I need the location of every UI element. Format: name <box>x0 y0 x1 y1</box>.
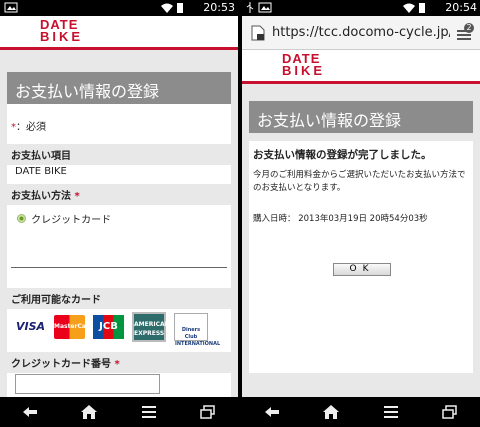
notification-icon <box>4 2 18 13</box>
wifi-icon <box>161 3 173 13</box>
card-number-input[interactable] <box>15 374 160 394</box>
completion-title: お支払い情報の登録が完了しました。 <box>253 149 432 161</box>
right-screen: 20:54 https://tcc.docomo-cycle.jp/eco 2 … <box>242 0 480 427</box>
divider <box>11 267 227 268</box>
payment-item-value: DATE BIKE <box>15 166 67 177</box>
card-logos: VISA MasterCard JCB AMERICAN EXPRESS Din… <box>7 312 231 347</box>
menu-icon[interactable] <box>139 403 159 421</box>
home-icon[interactable] <box>321 403 341 421</box>
status-bar: 20:54 <box>242 0 480 16</box>
back-icon[interactable] <box>20 403 40 421</box>
jcb-logo: JCB <box>93 315 124 339</box>
android-nav-bar <box>242 397 480 427</box>
back-icon[interactable] <box>262 403 282 421</box>
diners-logo: Diners Club INTERNATIONAL <box>174 313 220 347</box>
purchase-date: 購入日時： 2013年03月19日 20時54分03秒 <box>253 212 428 224</box>
required-note: *：必須 <box>11 122 46 133</box>
wifi-icon <box>403 3 415 13</box>
url-text[interactable]: https://tcc.docomo-cycle.jp/eco <box>272 25 450 40</box>
recent-apps-icon[interactable] <box>440 403 460 421</box>
payment-method-label: お支払い方法 * <box>7 184 231 205</box>
screenshot-pair: 20:53 DATE BIKE お支払い情報の登録 *：必須 お支払い項目 DA… <box>0 0 480 427</box>
status-time: 20:53 <box>203 1 235 14</box>
ok-button[interactable]: OK <box>333 263 391 276</box>
page-icon <box>251 25 265 41</box>
payment-item-label: お支払い項目 <box>7 144 231 165</box>
available-cards-label: ご利用可能なカード <box>7 288 231 309</box>
menu-icon[interactable] <box>381 403 401 421</box>
browser-url-bar[interactable]: https://tcc.docomo-cycle.jp/eco 2 <box>242 16 480 50</box>
amex-logo: AMERICAN EXPRESS <box>132 312 170 342</box>
mastercard-logo: MasterCard <box>54 315 93 339</box>
battery-icon <box>177 3 183 13</box>
notification-icon <box>258 2 272 13</box>
site-header: DATE BIKE <box>0 16 238 50</box>
radio-selected-icon <box>17 214 26 223</box>
status-bar: 20:53 <box>0 0 238 16</box>
payment-form: *：必須 お支払い項目 DATE BIKE お支払い方法 * クレジットカード … <box>7 104 231 397</box>
page-title: お支払い情報の登録 <box>249 101 473 133</box>
battery-icon <box>419 3 425 13</box>
left-screen: 20:53 DATE BIKE お支払い情報の登録 *：必須 お支払い項目 DA… <box>0 0 238 427</box>
card-number-label: クレジットカード番号 * <box>7 352 231 373</box>
purchase-date-label: 購入日時： <box>253 214 296 224</box>
android-nav-bar <box>0 397 238 427</box>
visa-logo: VISA <box>15 320 46 333</box>
page-title: お支払い情報の登録 <box>7 72 231 104</box>
completion-panel: お支払い情報の登録が完了しました。 今月のご利用料金からご選択いただいたお支払い… <box>249 141 473 373</box>
tab-count: 2 <box>464 23 474 33</box>
purchase-date-value: 2013年03月19日 20時54分03秒 <box>298 214 428 224</box>
usb-icon <box>246 2 254 13</box>
status-time: 20:54 <box>445 1 477 14</box>
date-bike-logo[interactable]: DATE BIKE <box>40 18 83 43</box>
completion-message: 今月のご利用料金からご選択いただいたお支払い方法でのお支払いとなります。 <box>253 170 466 193</box>
recent-apps-icon[interactable] <box>198 403 218 421</box>
home-icon[interactable] <box>79 403 99 421</box>
date-bike-logo[interactable]: DATE BIKE <box>282 52 325 77</box>
tabs-button[interactable]: 2 <box>456 23 474 42</box>
credit-card-radio[interactable]: クレジットカード <box>17 208 111 227</box>
site-header: DATE BIKE <box>242 50 480 84</box>
